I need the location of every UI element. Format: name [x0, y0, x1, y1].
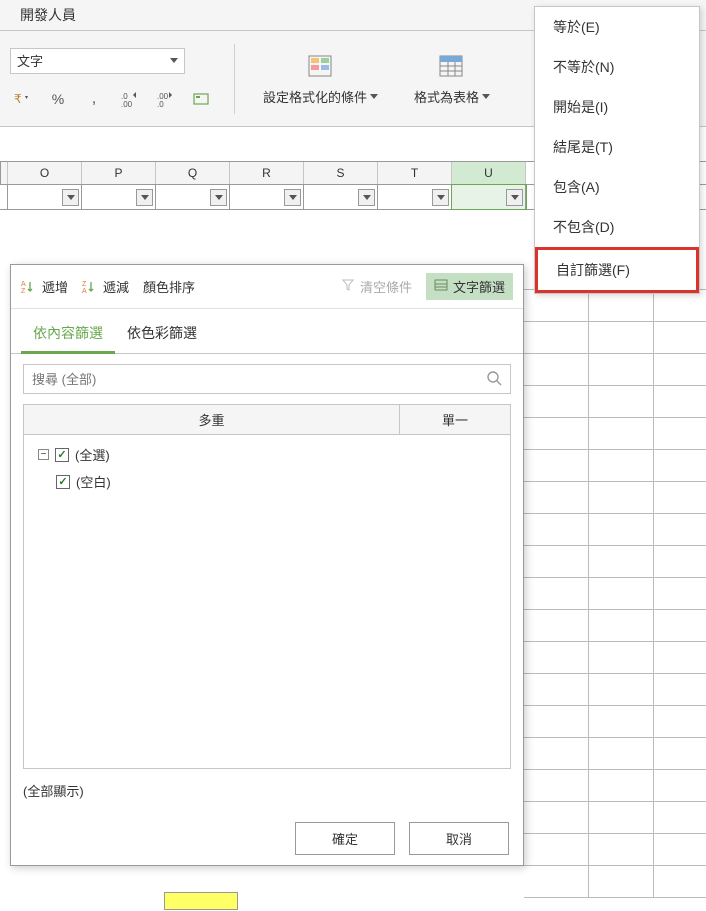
- filter-cell[interactable]: [156, 185, 230, 209]
- filter-list: − (全選) (空白): [23, 435, 511, 769]
- filter-stub: [0, 185, 8, 209]
- filter-cell[interactable]: [304, 185, 378, 209]
- text-filter-label: 文字篩選: [453, 277, 505, 296]
- highlighted-cell[interactable]: [164, 892, 238, 910]
- checkbox[interactable]: [56, 475, 70, 489]
- format-as-table-label: 格式為表格: [414, 87, 479, 106]
- sheet-grid: [524, 258, 706, 911]
- cell-style-icon[interactable]: [190, 88, 214, 110]
- svg-text:Z: Z: [21, 288, 26, 294]
- svg-text:A: A: [21, 281, 26, 288]
- conditional-format-label: 設定格式化的條件: [263, 87, 367, 106]
- filter-dropdown-icon[interactable]: [284, 189, 301, 206]
- col-head-u[interactable]: U: [452, 162, 526, 184]
- text-filter-menu: 等於(E) 不等於(N) 開始是(I) 結尾是(T) 包含(A) 不包含(D) …: [534, 6, 700, 294]
- list-item-label: (空白): [76, 472, 111, 491]
- format-text-dropdown[interactable]: 文字: [10, 48, 185, 74]
- color-sort-label: 顏色排序: [143, 277, 195, 296]
- decrease-decimal-icon[interactable]: .00.0: [154, 88, 178, 110]
- clear-filter-button[interactable]: 清空條件: [341, 277, 412, 296]
- menu-begins-with[interactable]: 開始是(I): [535, 87, 699, 127]
- list-item[interactable]: (空白): [30, 468, 504, 495]
- filter-cell[interactable]: [230, 185, 304, 209]
- svg-text:Z: Z: [82, 281, 87, 288]
- col-head-r[interactable]: R: [230, 162, 304, 184]
- filter-cell-active[interactable]: [452, 185, 526, 209]
- menu-contains[interactable]: 包含(A): [535, 167, 699, 207]
- menu-ends-with[interactable]: 結尾是(T): [535, 127, 699, 167]
- currency-icon[interactable]: ₹: [10, 88, 34, 110]
- svg-text:.00: .00: [121, 100, 133, 107]
- list-header-single[interactable]: 單一: [400, 405, 510, 434]
- menu-not-equals[interactable]: 不等於(N): [535, 47, 699, 87]
- increase-decimal-icon[interactable]: .0.00: [118, 88, 142, 110]
- search-input[interactable]: [32, 372, 486, 387]
- format-as-table-icon: [436, 51, 468, 83]
- sort-asc-label: 遞增: [42, 277, 68, 296]
- chevron-down-icon: [482, 94, 490, 99]
- ok-button[interactable]: 確定: [295, 822, 395, 855]
- col-head-o[interactable]: O: [8, 162, 82, 184]
- tab-filter-by-content[interactable]: 依內容篩選: [21, 315, 115, 354]
- format-as-table-button[interactable]: 格式為表格: [406, 47, 498, 110]
- search-icon: [486, 370, 502, 389]
- col-head-p[interactable]: P: [82, 162, 156, 184]
- sort-desc-label: 遞減: [103, 277, 129, 296]
- comma-icon[interactable]: ,: [82, 88, 106, 110]
- chevron-down-icon: [170, 58, 178, 63]
- sort-asc-icon: AZ: [21, 279, 37, 295]
- text-filter-button[interactable]: 文字篩選: [426, 273, 513, 300]
- svg-text:A: A: [82, 288, 87, 294]
- col-head-t[interactable]: T: [378, 162, 452, 184]
- menu-not-contains[interactable]: 不包含(D): [535, 207, 699, 247]
- col-head-q[interactable]: Q: [156, 162, 230, 184]
- filter-dropdown-icon[interactable]: [62, 189, 79, 206]
- checkbox[interactable]: [55, 448, 69, 462]
- tab-filter-by-color[interactable]: 依色彩篩選: [115, 315, 209, 354]
- search-box[interactable]: [23, 364, 511, 394]
- list-header: 多重 單一: [23, 404, 511, 435]
- percent-icon[interactable]: %: [46, 88, 70, 110]
- svg-text:.0: .0: [157, 100, 164, 107]
- funnel-icon: [341, 278, 355, 295]
- grid-icon: [434, 279, 448, 294]
- filter-cell[interactable]: [378, 185, 452, 209]
- filter-cell[interactable]: [8, 185, 82, 209]
- sort-ascending-button[interactable]: AZ 遞增: [21, 277, 68, 296]
- col-head-s[interactable]: S: [304, 162, 378, 184]
- conditional-format-button[interactable]: 設定格式化的條件: [255, 47, 386, 110]
- list-item[interactable]: − (全選): [30, 441, 504, 468]
- format-text-label: 文字: [17, 51, 43, 70]
- list-header-multi[interactable]: 多重: [24, 405, 400, 434]
- list-item-label: (全選): [75, 445, 110, 464]
- filter-dropdown-icon[interactable]: [358, 189, 375, 206]
- sort-descending-button[interactable]: ZA 遞減: [82, 277, 129, 296]
- svg-text:₹: ₹: [14, 92, 22, 106]
- clear-filter-label: 清空條件: [360, 277, 412, 296]
- filter-dropdown-icon[interactable]: [210, 189, 227, 206]
- filter-dropdown-icon[interactable]: [136, 189, 153, 206]
- filter-panel: AZ 遞增 ZA 遞減 顏色排序 清空條件 文字篩選 依內容篩選 依色彩篩選 多…: [10, 264, 524, 866]
- sort-desc-icon: ZA: [82, 279, 98, 295]
- col-head-stub: [0, 162, 8, 184]
- cancel-button[interactable]: 取消: [409, 822, 509, 855]
- menu-custom-filter[interactable]: 自訂篩選(F): [535, 247, 699, 293]
- filter-dropdown-icon[interactable]: [432, 189, 449, 206]
- chevron-down-icon: [370, 94, 378, 99]
- color-sort-button[interactable]: 顏色排序: [143, 277, 195, 296]
- conditional-format-icon: [305, 51, 337, 83]
- filter-cell[interactable]: [82, 185, 156, 209]
- show-all-label: (全部顯示): [11, 769, 523, 812]
- menu-equals[interactable]: 等於(E): [535, 7, 699, 47]
- filter-dropdown-icon[interactable]: [506, 189, 523, 206]
- collapse-icon[interactable]: −: [38, 449, 49, 460]
